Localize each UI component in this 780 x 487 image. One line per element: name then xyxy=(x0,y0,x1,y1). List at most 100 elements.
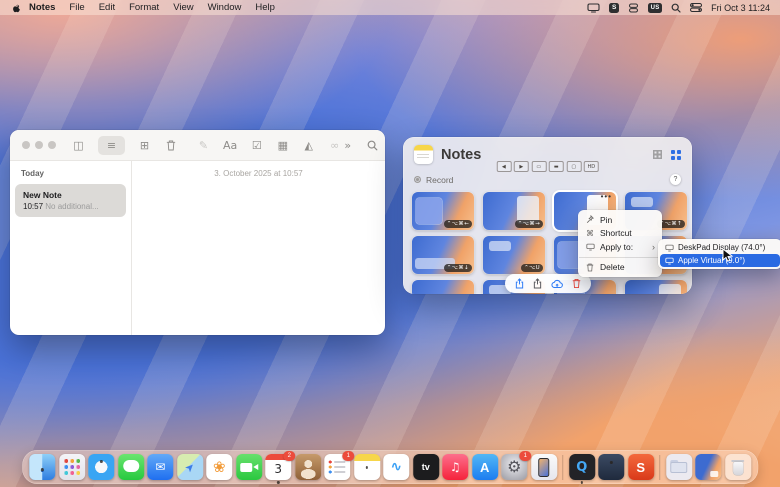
dock-safari[interactable] xyxy=(88,454,114,480)
delete-note-icon[interactable] xyxy=(164,137,177,154)
menu-item[interactable]: Format xyxy=(129,2,159,13)
list-view-icon[interactable]: ≡ xyxy=(98,136,125,155)
spotlight-icon[interactable] xyxy=(671,3,681,13)
dock-settings[interactable]: ⚙ 1 xyxy=(501,454,527,480)
sidebar-toggle-icon[interactable]: ◫ xyxy=(72,137,85,154)
recording-thumbnail[interactable] xyxy=(625,280,687,294)
dock-contacts[interactable] xyxy=(295,454,321,480)
submenu-item[interactable]: Apple Virtual (9.0°) xyxy=(660,254,780,267)
dock-apple-tv[interactable]: tv xyxy=(413,454,439,480)
dock-app-store[interactable]: A xyxy=(472,454,498,480)
dock-icon-glyph: Q xyxy=(576,461,587,474)
compose-icon[interactable]: ✎ xyxy=(197,137,210,154)
table-icon[interactable]: ▦ xyxy=(276,137,289,154)
delete-recording-icon[interactable] xyxy=(572,278,581,289)
menu-item[interactable]: Edit xyxy=(99,2,115,13)
dock-icon-glyph: ➤ xyxy=(183,460,197,474)
apple-menu-icon[interactable] xyxy=(10,2,21,14)
recording-thumbnail[interactable] xyxy=(412,280,474,294)
notification-badge: 1 xyxy=(342,451,354,461)
input-source-badge[interactable]: US xyxy=(648,3,662,13)
thumbnail-shortcut-badge: ⌃⌥⌘↓ xyxy=(444,264,472,272)
recording-thumbnail[interactable]: ⌃⌥U xyxy=(483,236,545,274)
icloud-upload-icon[interactable] xyxy=(551,279,563,289)
recording-thumbnail[interactable]: ⌃⌥⌘↓ xyxy=(412,236,474,274)
menu-item-shortcut[interactable]: ⌘ Shortcut xyxy=(578,227,662,241)
control-center-icon[interactable] xyxy=(690,3,702,12)
recording-thumbnail[interactable]: ⌃⌥⌘→ xyxy=(483,192,545,230)
dock-launchpad[interactable] xyxy=(59,454,85,480)
dock-quicktime[interactable]: Q xyxy=(569,454,595,480)
dock-downloads[interactable] xyxy=(666,454,692,480)
zoom-button[interactable] xyxy=(48,141,56,149)
note-editor[interactable]: 3. October 2025 at 10:57 xyxy=(132,161,385,335)
close-button[interactable] xyxy=(22,141,30,149)
thumbnail-action-bar xyxy=(505,274,591,293)
dock-music[interactable]: ♫ xyxy=(442,454,468,480)
menu-item-apply-to[interactable]: Apply to: › xyxy=(578,240,662,254)
dock-iphone-mirroring[interactable] xyxy=(531,454,557,480)
minimize-button[interactable] xyxy=(35,141,43,149)
checklist-icon[interactable]: ☑ xyxy=(250,137,263,154)
gallery-view-icon[interactable]: ⊞ xyxy=(138,137,151,154)
dock-shottr[interactable]: S xyxy=(628,454,654,480)
grid-view-icon[interactable] xyxy=(653,150,662,159)
submenu-item-label: Apple Virtual (9.0°) xyxy=(678,256,745,265)
recording-thumbnail[interactable]: ⌃⌥⌘← xyxy=(412,192,474,230)
dock-freeform[interactable]: ∿ xyxy=(383,454,409,480)
menu-item-pin[interactable]: Pin xyxy=(578,213,662,227)
display-option-button[interactable]: ▭ xyxy=(531,161,546,172)
display-option-filled-button[interactable]: ▬ xyxy=(549,161,564,172)
format-icon[interactable]: Aa xyxy=(223,137,237,154)
dock-minimized-window[interactable] xyxy=(695,454,721,480)
menu-item-label: Pin xyxy=(600,215,612,225)
dock-finder[interactable] xyxy=(29,454,55,480)
thumbnail-shortcut-badge: ⌃⌥U xyxy=(521,264,543,272)
dock-maps[interactable]: ➤ xyxy=(177,454,203,480)
share-icon[interactable] xyxy=(515,278,524,289)
menu-item[interactable]: View xyxy=(173,2,193,13)
active-app-name[interactable]: Notes xyxy=(29,2,55,13)
dock-deskpad[interactable] xyxy=(598,454,624,480)
menu-item[interactable]: File xyxy=(69,2,84,13)
hd-quality-button[interactable]: HD xyxy=(584,161,599,172)
media-icon[interactable]: ◭ xyxy=(302,137,315,154)
dock-photos[interactable]: ❀ xyxy=(206,454,232,480)
stacked-windows-menu-icon[interactable] xyxy=(628,3,639,13)
menu-item-label: Apply to: xyxy=(600,242,633,252)
play-button[interactable]: ▶ xyxy=(514,161,529,172)
dock-icon-glyph: ✉ xyxy=(155,461,165,473)
context-menu: Pin ⌘ Shortcut Apply to: › Delete xyxy=(578,210,662,277)
dock-icon-glyph: S xyxy=(636,461,645,474)
dock-facetime[interactable] xyxy=(236,454,262,480)
dock-reminders[interactable]: 1 xyxy=(324,454,350,480)
step-back-button[interactable]: ◀ xyxy=(496,161,511,172)
search-icon[interactable] xyxy=(366,137,379,154)
export-icon[interactable] xyxy=(533,278,542,289)
thumbnail-shortcut-badge: ⌃⌥⌘← xyxy=(444,220,472,228)
menu-item[interactable]: Window xyxy=(208,2,242,13)
dock-trash[interactable] xyxy=(725,454,751,480)
dock-mail[interactable]: ✉ xyxy=(147,454,173,480)
menu-item-delete[interactable]: Delete xyxy=(578,261,662,275)
link-icon[interactable]: ∞ xyxy=(328,137,341,154)
overlay-option-button[interactable]: ▢ xyxy=(566,161,581,172)
playback-controls: ◀▶▭▬▢HD xyxy=(496,161,599,172)
note-list-item[interactable]: New Note 10:57 No additional... xyxy=(15,184,126,217)
dock-calendar[interactable]: 3 2 xyxy=(265,454,291,480)
gallery-view-active-icon[interactable] xyxy=(671,150,681,160)
shottr-menu-icon[interactable]: S xyxy=(609,3,619,13)
toolbar-overflow-icon[interactable]: » xyxy=(341,137,354,154)
menu-item[interactable]: Help xyxy=(255,2,275,13)
dock-messages[interactable] xyxy=(118,454,144,480)
dock-icon-glyph: ∿ xyxy=(390,460,402,474)
thumbnail-menu-dots[interactable]: ••• xyxy=(601,192,612,201)
help-button[interactable]: ? xyxy=(670,174,681,185)
dock-divider-2 xyxy=(659,455,660,480)
notes-app-icon xyxy=(414,145,433,164)
submenu-item[interactable]: DeskPad Display (74.0°) xyxy=(660,241,780,254)
dock-notes[interactable] xyxy=(354,454,380,480)
menu-bar-clock[interactable]: Fri Oct 3 11:24 xyxy=(711,3,770,13)
deskpad-menu-icon[interactable] xyxy=(587,3,600,13)
menu-bar: Notes FileEditFormatViewWindowHelp S US … xyxy=(0,0,780,15)
